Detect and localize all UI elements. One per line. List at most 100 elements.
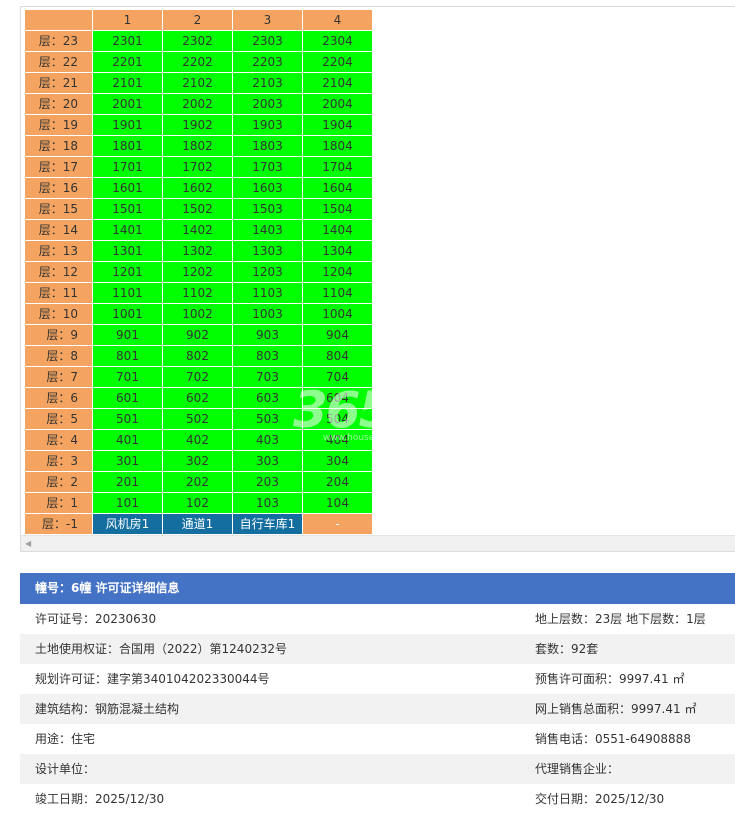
unit-cell[interactable]: 1402 [162,219,233,241]
unit-cell[interactable]: 1801 [92,135,163,157]
left-arrow-icon[interactable]: ◀ [25,539,31,549]
unit-cell[interactable]: 1003 [232,303,303,325]
unit-cell[interactable]: 501 [92,408,163,430]
unit-cell[interactable]: 1701 [92,156,163,178]
unit-cell[interactable]: 1804 [302,135,373,157]
unit-cell[interactable]: 2102 [162,72,233,94]
unit-cell[interactable]: - [302,513,373,535]
unit-cell[interactable]: 2204 [302,51,373,73]
unit-cell[interactable]: 1104 [302,282,373,304]
unit-cell[interactable]: 2003 [232,93,303,115]
unit-cell[interactable]: 1903 [232,114,303,136]
unit-cell[interactable]: 102 [162,492,233,514]
unit-cell[interactable]: 2203 [232,51,303,73]
unit-cell[interactable]: 602 [162,387,233,409]
unit-cell[interactable]: 1503 [232,198,303,220]
unit-cell[interactable]: 自行车库1 [232,513,303,535]
unit-cell[interactable]: 101 [92,492,163,514]
unit-cell[interactable]: 1004 [302,303,373,325]
unit-cell[interactable]: 803 [232,345,303,367]
unit-cell[interactable]: 104 [302,492,373,514]
unit-cell[interactable]: 2303 [232,30,303,52]
unit-cell[interactable]: 2201 [92,51,163,73]
unit-cell[interactable]: 1201 [92,261,163,283]
unit-cell[interactable]: 1702 [162,156,233,178]
unit-cell[interactable]: 702 [162,366,233,388]
unit-cell[interactable]: 201 [92,471,163,493]
unit-cell[interactable]: 1103 [232,282,303,304]
unit-cell[interactable]: 1204 [302,261,373,283]
unit-cell[interactable]: 2301 [92,30,163,52]
unit-cell[interactable]: 通道1 [162,513,233,535]
unit-cell[interactable]: 1904 [302,114,373,136]
unit-cell[interactable]: 1303 [232,240,303,262]
unit-cell[interactable]: 1603 [232,177,303,199]
unit-cell[interactable]: 603 [232,387,303,409]
unit-cell[interactable]: 802 [162,345,233,367]
unit-cell[interactable]: 604 [302,387,373,409]
unit-cell[interactable]: 2101 [92,72,163,94]
unit-cell[interactable]: 303 [232,450,303,472]
unit-cell[interactable]: 304 [302,450,373,472]
unit-cell[interactable]: 703 [232,366,303,388]
unit-cell[interactable]: 1803 [232,135,303,157]
unit-cell[interactable]: 风机房1 [92,513,163,535]
unit-cell[interactable]: 1304 [302,240,373,262]
unit-cell[interactable]: 601 [92,387,163,409]
unit-cell[interactable]: 1602 [162,177,233,199]
unit-cell[interactable]: 1102 [162,282,233,304]
unit-cell[interactable]: 202 [162,471,233,493]
unit-cell[interactable]: 2103 [232,72,303,94]
unit-cell[interactable]: 2202 [162,51,233,73]
horizontal-scrollbar[interactable]: ◀ [21,535,735,551]
unit-cell[interactable]: 903 [232,324,303,346]
unit-cell[interactable]: 1403 [232,219,303,241]
unit-cell[interactable]: 904 [302,324,373,346]
unit-cell[interactable]: 2001 [92,93,163,115]
unit-cell[interactable]: 704 [302,366,373,388]
unit-cell[interactable]: 1404 [302,219,373,241]
unit-cell[interactable]: 902 [162,324,233,346]
unit-cell[interactable]: 2104 [302,72,373,94]
unit-cell[interactable]: 1601 [92,177,163,199]
unit-cell[interactable]: 1504 [302,198,373,220]
unit-cell[interactable]: 302 [162,450,233,472]
unit-cell[interactable]: 403 [232,429,303,451]
unit-cell[interactable]: 401 [92,429,163,451]
unit-cell[interactable]: 901 [92,324,163,346]
unit-cell[interactable]: 1501 [92,198,163,220]
unit-cell[interactable]: 2304 [302,30,373,52]
unit-cell[interactable]: 804 [302,345,373,367]
unit-cell[interactable]: 2002 [162,93,233,115]
unit-cell[interactable]: 402 [162,429,233,451]
unit-cell[interactable]: 1704 [302,156,373,178]
unit-cell[interactable]: 1901 [92,114,163,136]
unit-cell[interactable]: 1202 [162,261,233,283]
unit-cell[interactable]: 502 [162,408,233,430]
unit-cell[interactable]: 504 [302,408,373,430]
unit-cell[interactable]: 1401 [92,219,163,241]
unit-cell[interactable]: 1101 [92,282,163,304]
unit-cell[interactable]: 1502 [162,198,233,220]
unit-cell[interactable]: 801 [92,345,163,367]
unit-cell[interactable]: 2302 [162,30,233,52]
unit-cell[interactable]: 301 [92,450,163,472]
unit-cell[interactable]: 1302 [162,240,233,262]
unit-cell[interactable]: 701 [92,366,163,388]
unit-cell[interactable]: 103 [232,492,303,514]
unit-cell[interactable]: 203 [232,471,303,493]
unit-cell[interactable]: 204 [302,471,373,493]
unit-cell[interactable]: 1604 [302,177,373,199]
unit-cell[interactable]: 1802 [162,135,233,157]
unit-cell[interactable]: 1203 [232,261,303,283]
unit-cell[interactable]: 1301 [92,240,163,262]
unit-cell[interactable]: 503 [232,408,303,430]
unit-cell[interactable]: 2004 [302,93,373,115]
unit-cell[interactable]: 1001 [92,303,163,325]
unit-cell[interactable]: 404 [302,429,373,451]
unit-cell[interactable]: 1703 [232,156,303,178]
unit-cell[interactable]: 1902 [162,114,233,136]
permit-field-right: 套数：92套 [535,642,599,656]
unit-cell[interactable]: 1002 [162,303,233,325]
permit-row: 许可证号：20230630 地上层数：23层 地下层数：1层 [20,604,735,634]
